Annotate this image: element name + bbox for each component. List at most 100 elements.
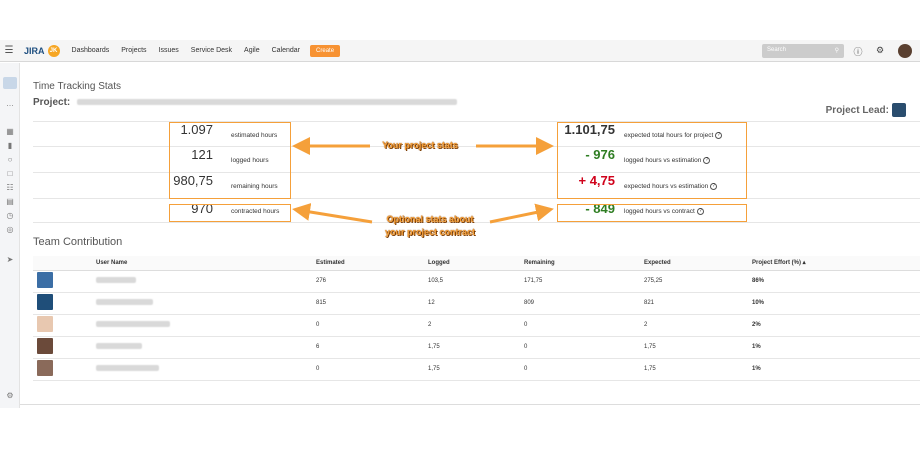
contract-stats-highlight-left [169,204,291,222]
logged-cell: 1,75 [428,358,524,381]
search-placeholder: Search [767,47,787,53]
user-avatar-image[interactable] [37,360,53,376]
nav-calendar[interactable]: Calendar [272,47,300,54]
create-button[interactable]: Create [310,44,341,57]
user-avatar-image[interactable] [37,272,53,288]
stats-row: 1.097 estimated hours 1.101,75 expected … [33,121,920,147]
project-label: Project: [33,97,458,108]
logged-cell: 103,5 [428,270,524,293]
page-title: Time Tracking Stats [33,81,121,92]
nav-agile[interactable]: Agile [244,47,260,54]
user-avatar [33,314,96,337]
search-input[interactable]: Search ⚲ [762,44,844,58]
project-lead: Project Lead: [826,103,906,117]
nav-service-desk[interactable]: Service Desk [191,47,232,54]
effort-cell: 2% [752,314,920,337]
user-name-redacted [96,336,316,359]
header-project-effort[interactable]: Project Effort (%) ▴ [752,256,920,271]
project-name-redacted [77,99,458,105]
estimated-cell: 0 [316,358,428,381]
header-remaining[interactable]: Remaining [524,256,644,271]
header-user-name[interactable]: User Name [96,256,316,271]
contract-stats-highlight-right [557,204,747,222]
user-name-blur [96,299,153,305]
user-name-redacted [96,292,316,315]
annotation-contract-stats-2: your project contract [384,227,476,237]
nav-dashboards[interactable]: Dashboards [72,47,110,54]
user-avatar-image[interactable] [37,294,53,310]
time-tracking-icon[interactable]: ◷ [2,211,18,220]
header-logged[interactable]: Logged [428,256,524,271]
nav-projects[interactable]: Projects [121,47,146,54]
user-name-blur [96,277,136,283]
remaining-cell: 0 [524,358,644,381]
user-avatar [33,292,96,315]
user-name-blur [96,321,170,327]
logged-cell: 1,75 [428,336,524,359]
components-icon[interactable]: ☷ [2,183,18,192]
left-sidebar: … ▦ ▮ ○ □ ☷ ▤ ◷ ◎ ➤ ⚙ [0,63,20,408]
effort-cell: 1% [752,336,920,359]
addon-icon[interactable]: ◎ [2,225,18,234]
user-avatar [33,336,96,359]
help-icon[interactable]: ⓘ [852,45,864,58]
expected-cell: 1,75 [644,358,752,381]
expected-cell: 1,75 [644,336,752,359]
annotation-arrows [292,137,554,224]
user-name-blur [96,365,159,371]
settings-icon[interactable]: ⚙ [2,391,18,400]
user-avatar-image[interactable] [37,338,53,354]
header-expected[interactable]: Expected [644,256,752,271]
user-name-blur [96,343,142,349]
nav-issues[interactable]: Issues [159,47,179,54]
releases-icon[interactable]: ○ [2,155,18,164]
stats-row: 121 logged hours - 976 logged hours vs e… [33,147,920,173]
user-avatar-image[interactable] [37,316,53,332]
board-icon[interactable]: ▦ [2,127,18,136]
project-lead-label: Project Lead: [825,104,889,116]
footer-divider [20,404,920,405]
effort-cell: 86% [752,270,920,293]
table-row: 276 103,5 171,75 275,25 86% [33,270,920,293]
reports-icon[interactable]: ▮ [2,141,18,150]
gear-icon[interactable]: ⚙ [874,45,886,56]
team-contribution-table: User Name Estimated Logged Remaining Exp… [33,256,920,381]
team-contribution-title: Team Contribution [33,236,123,248]
feedback-icon[interactable]: ➤ [2,255,18,264]
remaining-cell: 171,75 [524,270,644,293]
user-avatar[interactable] [898,44,912,58]
project-lead-avatar[interactable] [892,103,906,117]
user-avatar [33,358,96,381]
estimated-cell: 0 [316,314,428,337]
table-row: 0 2 0 2 2% [33,314,920,337]
user-avatar [33,270,96,293]
user-name-redacted [96,270,316,293]
jira-logo[interactable]: JIRA JK [24,44,60,57]
avatar-header [33,256,96,271]
menu-icon[interactable]: ☰ [0,45,18,56]
issues-icon[interactable]: □ [2,169,18,178]
remaining-cell: 0 [524,314,644,337]
stats-table: 1.097 estimated hours 1.101,75 expected … [33,121,920,223]
top-navigation-bar: ☰ JIRA JK Dashboards Projects Issues Ser… [0,40,920,62]
logo-text: JIRA [24,45,45,56]
pages-icon[interactable]: ▤ [2,197,18,206]
expected-cell: 275,25 [644,270,752,293]
table-row: 815 12 809 821 10% [33,292,920,315]
stats-row: 980,75 remaining hours + 4,75 expected h… [33,173,920,199]
header-estimated[interactable]: Estimated [316,256,428,271]
annotation-contract-stats-1: Optional stats about [386,214,474,224]
project-label-text: Project: [33,97,71,108]
estimated-cell: 815 [316,292,428,315]
user-name-redacted [96,314,316,337]
remaining-cell: 809 [524,292,644,315]
more-icon[interactable]: … [2,99,18,108]
project-stats-highlight-right [557,122,747,199]
project-stats-highlight-left [169,122,291,199]
project-avatar-icon[interactable] [3,77,17,89]
table-header-row: User Name Estimated Logged Remaining Exp… [33,256,920,271]
annotation-project-stats: Your project stats [382,140,458,150]
user-name-redacted [96,358,316,381]
search-icon: ⚲ [834,48,839,54]
estimated-cell: 276 [316,270,428,293]
